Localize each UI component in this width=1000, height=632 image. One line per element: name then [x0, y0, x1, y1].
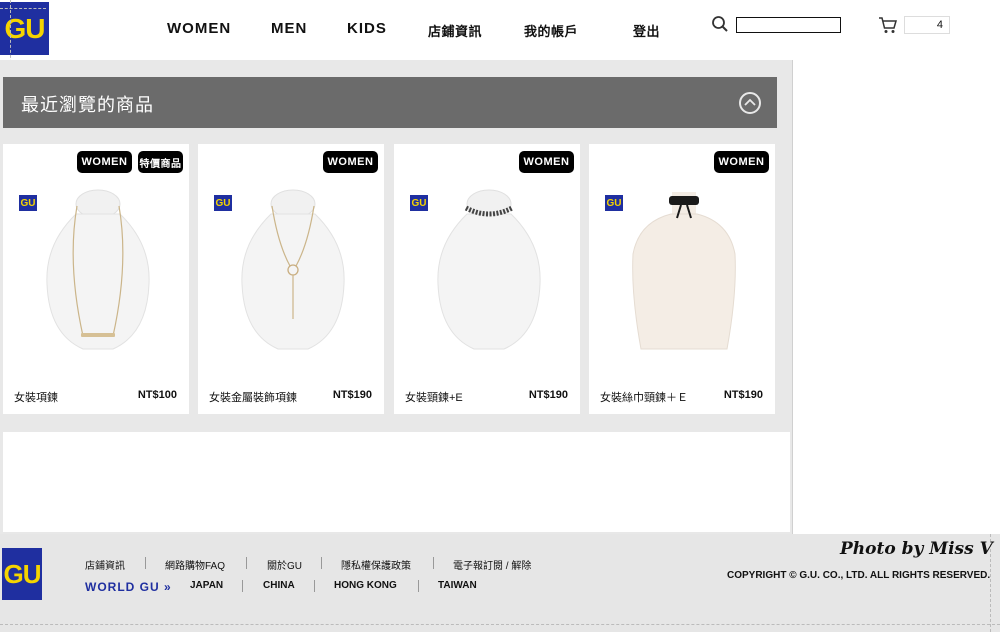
badge-women: WOMEN	[714, 151, 769, 173]
separator	[145, 557, 146, 569]
product-price: NT$190	[332, 389, 372, 401]
guide-line	[0, 624, 1000, 625]
collapse-toggle[interactable]	[739, 92, 761, 114]
necklace-long-image	[46, 189, 150, 350]
recently-viewed-bar[interactable]: 最近瀏覽的商品	[3, 77, 777, 128]
separator	[246, 557, 247, 569]
nav-kids[interactable]: KIDS	[347, 20, 387, 37]
footer-link-store-info[interactable]: 店鋪資訊	[85, 557, 125, 572]
search-input[interactable]	[736, 17, 841, 33]
badge-women: WOMEN	[323, 151, 378, 173]
guide-line	[0, 8, 46, 9]
gu-footer-logo[interactable]: GU	[2, 548, 42, 600]
product-card[interactable]: WOMEN 特價商品 GU 女裝項鍊 NT$100	[3, 144, 189, 414]
scarf-choker-image	[632, 192, 736, 350]
badge-women: WOMEN	[519, 151, 574, 173]
search-icon[interactable]	[711, 15, 729, 33]
separator	[418, 580, 419, 592]
nav-women[interactable]: WOMEN	[167, 20, 231, 37]
separator	[242, 580, 243, 592]
product-price: NT$100	[137, 389, 177, 401]
product-card[interactable]: WOMEN GU 女裝絲巾頸鍊＋Ｅ NT$190	[589, 144, 775, 414]
footer-link-privacy[interactable]: 隱私權保護政策	[341, 557, 411, 572]
product-price: NT$190	[528, 389, 568, 401]
footer-link-newsletter[interactable]: 電子報訂閱 / 解除	[453, 557, 531, 572]
badge-women: WOMEN	[77, 151, 132, 173]
main-content: 最近瀏覽的商品 WOMEN 特價商品 GU 女裝項鍊 NT$100 WOMEN …	[0, 60, 793, 534]
recently-viewed-title: 最近瀏覽的商品	[21, 95, 154, 115]
necklace-ring-image	[241, 189, 345, 350]
nav-my-account[interactable]: 我的帳戶	[524, 21, 578, 40]
nav-logout[interactable]: 登出	[633, 21, 660, 40]
choker-image	[437, 189, 541, 350]
copyright-text: COPYRIGHT © G.U. CO., LTD. ALL RIGHTS RE…	[727, 570, 991, 581]
empty-content-area	[3, 432, 790, 532]
cart-icon[interactable]	[878, 16, 898, 34]
separator	[433, 557, 434, 569]
nav-men[interactable]: MEN	[271, 20, 307, 37]
region-china[interactable]: CHINA	[263, 580, 295, 591]
footer-link-about[interactable]: 關於GU	[267, 557, 302, 572]
site-footer: GU 店鋪資訊 網路購物FAQ 關於GU 隱私權保護政策 電子報訂閱 / 解除 …	[0, 534, 1000, 632]
product-card[interactable]: WOMEN GU 女裝頸鍊+E NT$190	[394, 144, 580, 414]
region-taiwan[interactable]: TAIWAN	[438, 580, 477, 591]
region-japan[interactable]: JAPAN	[190, 580, 223, 591]
separator	[321, 557, 322, 569]
site-header: GU WOMEN MEN KIDS 店鋪資訊 我的帳戶 登出 4	[0, 0, 1000, 632]
product-name[interactable]: 女裝絲巾頸鍊＋Ｅ	[600, 389, 688, 405]
photo-watermark: Photo by Miss V	[840, 539, 993, 559]
separator	[314, 580, 315, 592]
product-name[interactable]: 女裝頸鍊+E	[405, 389, 463, 405]
world-gu-text: WORLD GU	[85, 580, 160, 594]
nav-store-info[interactable]: 店鋪資訊	[428, 21, 482, 40]
product-price: NT$190	[723, 389, 763, 401]
double-chevron-right-icon: »	[164, 580, 172, 594]
footer-link-faq[interactable]: 網路購物FAQ	[165, 557, 225, 572]
chevron-up-icon	[744, 98, 756, 106]
cart-count[interactable]: 4	[904, 16, 950, 34]
badge-sale: 特價商品	[138, 151, 183, 173]
region-hong-kong[interactable]: HONG KONG	[334, 580, 397, 591]
product-name[interactable]: 女裝金屬裝飾項鍊	[209, 389, 297, 405]
gu-logo[interactable]: GU	[0, 2, 49, 55]
product-card[interactable]: WOMEN GU 女裝金屬裝飾項鍊 NT$190	[198, 144, 384, 414]
product-name[interactable]: 女裝項鍊	[14, 389, 58, 405]
world-gu-label[interactable]: WORLD GU »	[85, 580, 172, 594]
